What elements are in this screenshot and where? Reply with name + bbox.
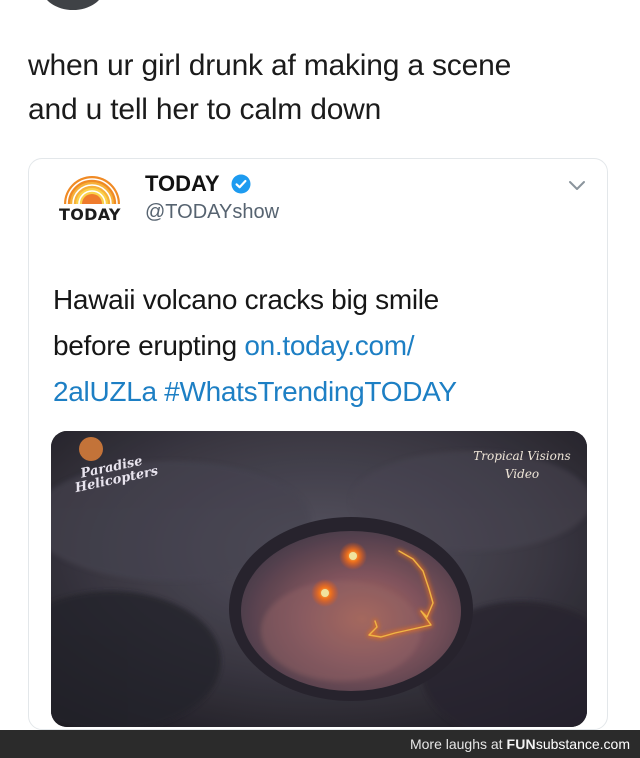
tweet-display-name[interactable]: TODAY xyxy=(145,171,220,197)
logo-wordmark: TODAY xyxy=(59,205,121,224)
footer-brand-substance: substance xyxy=(535,736,600,752)
tweet-handle[interactable]: @TODAYshow xyxy=(145,201,279,224)
today-rainbow-logo xyxy=(64,176,120,205)
tweet-text-line-2: before erupting on.today.com/ xyxy=(53,323,593,369)
tweet-body: Hawaii volcano cracks big smile before e… xyxy=(53,277,593,415)
tweet-text-segment: before erupting xyxy=(53,330,245,361)
embedded-tweet-card[interactable]: TODAY TODAY @TODAYshow Hawaii volcano cr… xyxy=(28,158,608,730)
watermark-right-line-2: Video xyxy=(504,467,540,481)
site-footer-bar: More laughs at FUNsubstance.com xyxy=(0,730,640,758)
verified-icon xyxy=(231,174,251,194)
watermark-right-line-1: Tropical Visions xyxy=(473,449,571,463)
tweet-text-line-3: 2alUZLa #WhatsTrendingTODAY xyxy=(53,369,593,415)
tweet-media-image[interactable]: Paradise Helicopters Tropical Visions Vi… xyxy=(51,431,587,727)
footer-brand-fun: FUN xyxy=(506,736,536,752)
footer-prefix: More laughs at xyxy=(409,736,507,752)
tweet-hashtag[interactable]: #WhatsTrendingTODAY xyxy=(164,376,457,407)
caption-line-1: when ur girl drunk af making a scene xyxy=(28,49,512,82)
tropical-visions-watermark: Tropical Visions Video xyxy=(467,447,577,483)
tweet-text-line-1: Hawaii volcano cracks big smile xyxy=(53,284,439,315)
footer-brand-tld: .com xyxy=(599,736,630,752)
poster-avatar[interactable] xyxy=(42,0,104,10)
tweet-link-continued[interactable]: 2alUZLa xyxy=(53,376,157,407)
post-caption: when ur girl drunk af making a scene and… xyxy=(28,44,618,132)
footer-promo-text[interactable]: More laughs at FUNsubstance.com xyxy=(410,736,630,752)
tweet-link[interactable]: on.today.com/ xyxy=(244,330,414,361)
caption-line-2: and u tell her to calm down xyxy=(28,93,382,126)
today-logo-avatar[interactable]: TODAY xyxy=(59,171,125,229)
chevron-down-icon[interactable] xyxy=(567,179,587,193)
